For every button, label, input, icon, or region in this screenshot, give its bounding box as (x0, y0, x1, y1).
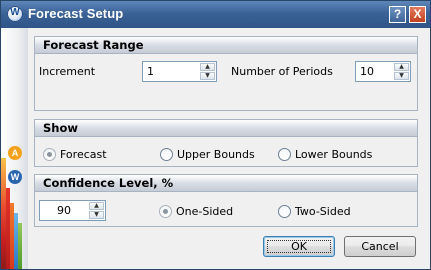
cancel-button[interactable]: Cancel (344, 236, 416, 257)
number-of-periods-label: Number of Periods (231, 65, 333, 78)
increment-value[interactable]: 1 (147, 65, 154, 78)
spin-down-arrow-icon[interactable]: ▼ (200, 72, 215, 80)
cancel-button-label[interactable]: Cancel (361, 240, 398, 253)
group-header: Forecast Range (35, 37, 417, 54)
upper-bounds-radio-label[interactable]: Upper Bounds (177, 148, 255, 161)
color-bar (18, 223, 22, 269)
spin-down-arrow-icon[interactable]: ▼ (89, 211, 104, 219)
increment-spinner[interactable]: 1 ▲ ▼ (142, 61, 217, 82)
forecast-range-group: Forecast Range Increment 1 ▲ ▼ Number of… (34, 36, 418, 111)
lower-bounds-radio-label[interactable]: Lower Bounds (295, 148, 372, 161)
forecast-range-title: Forecast Range (43, 38, 144, 52)
confidence-level-group: Confidence Level, % 90 ▲ ▼ One-Sided Two… (34, 174, 418, 227)
confidence-level-spinner[interactable]: 90 ▲ ▼ (39, 200, 106, 221)
confidence-level-title: Confidence Level, % (43, 176, 174, 190)
radio-circle[interactable] (159, 205, 172, 218)
radio-circle[interactable] (43, 148, 56, 161)
number-of-periods-spinner[interactable]: 10 ▲ ▼ (355, 61, 411, 82)
close-button[interactable]: X (409, 6, 426, 23)
confidence-level-value[interactable]: 90 (57, 204, 71, 217)
spin-up-arrow-icon[interactable]: ▲ (394, 63, 409, 71)
spin-up-arrow-icon[interactable]: ▲ (89, 202, 104, 210)
number-of-periods-value[interactable]: 10 (360, 65, 374, 78)
title-bar[interactable]: W Forecast Setup ? X (1, 1, 430, 28)
weibull-w-icon: W (8, 170, 22, 184)
two-sided-radio-label[interactable]: Two-Sided (295, 205, 351, 218)
spin-up-arrow-icon[interactable]: ▲ (200, 63, 215, 71)
radio-circle[interactable] (278, 148, 291, 161)
app-logo-icon: W (7, 6, 23, 22)
forecast-radio-label[interactable]: Forecast (60, 148, 107, 161)
group-header: Confidence Level, % (35, 175, 417, 192)
radio-circle[interactable] (278, 205, 291, 218)
focus-rectangle (267, 240, 331, 253)
forecast-setup-dialog: W Forecast Setup ? X A W Forecast Range … (0, 0, 431, 270)
left-decorative-strip: A W (1, 28, 28, 269)
show-group: Show Forecast Upper Bounds Lower Bounds (34, 119, 418, 167)
show-title: Show (43, 121, 78, 135)
warning-a-icon: A (8, 146, 22, 160)
group-header: Show (35, 120, 417, 137)
window-title: Forecast Setup (28, 6, 124, 21)
one-sided-radio-label[interactable]: One-Sided (176, 205, 233, 218)
radio-circle[interactable] (160, 148, 173, 161)
spin-down-arrow-icon[interactable]: ▼ (394, 72, 409, 80)
increment-label: Increment (39, 65, 96, 78)
help-button[interactable]: ? (389, 6, 406, 23)
ok-button[interactable]: OK (263, 236, 335, 257)
